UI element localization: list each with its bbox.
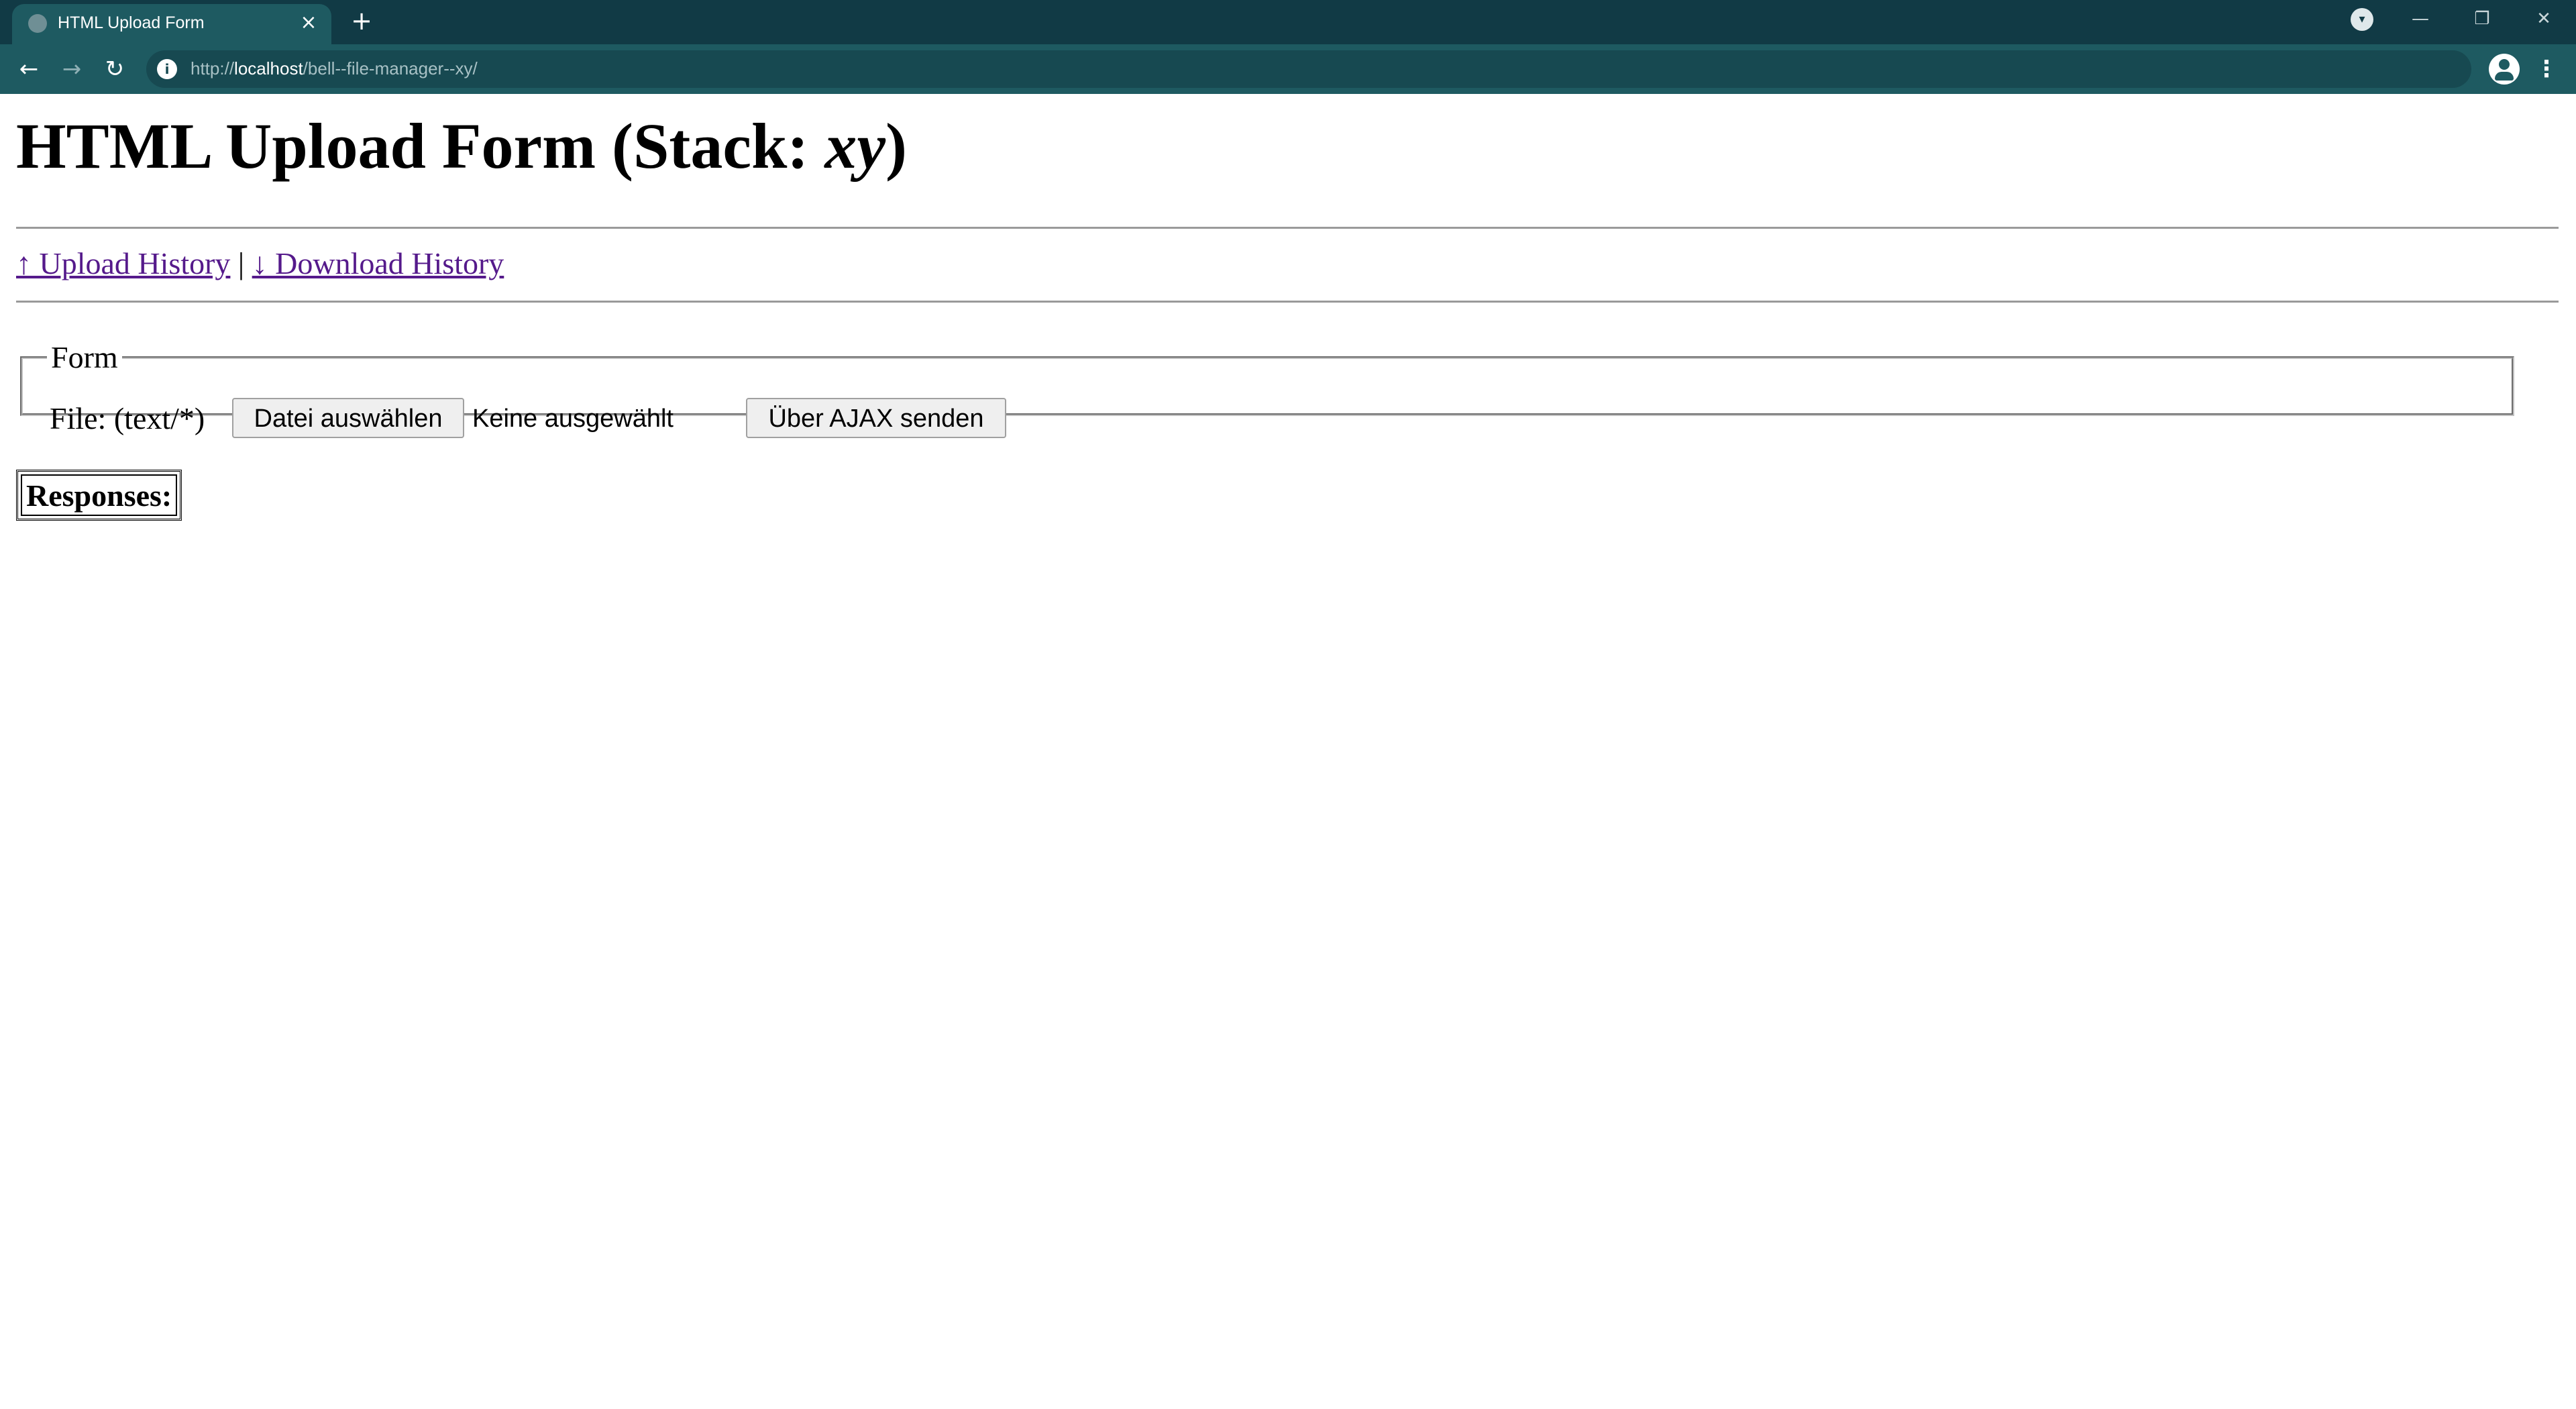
page-title: HTML Upload Form (Stack: xy) bbox=[16, 110, 907, 182]
form-legend: Form bbox=[51, 340, 118, 374]
profile-avatar-icon[interactable] bbox=[2489, 54, 2520, 85]
download-history-link[interactable]: ↓ Download History bbox=[252, 246, 504, 280]
no-file-selected-text: Keine ausgewählt bbox=[472, 405, 674, 433]
browser-tab-bar: HTML Upload Form × + ▾ — ❐ ✕ bbox=[0, 0, 2576, 44]
forward-button[interactable]: → bbox=[56, 54, 87, 85]
browser-menu-button[interactable]: ⋮ bbox=[2533, 54, 2560, 85]
globe-icon bbox=[28, 14, 47, 33]
window-close-button[interactable]: ✕ bbox=[2528, 5, 2560, 32]
minimize-button[interactable]: — bbox=[2404, 5, 2436, 32]
browser-tab-active[interactable]: HTML Upload Form × bbox=[12, 4, 331, 44]
restore-button[interactable]: ❐ bbox=[2466, 5, 2498, 32]
choose-file-button[interactable]: Datei auswählen bbox=[232, 398, 464, 438]
upload-history-link[interactable]: ↑ Upload History bbox=[16, 246, 230, 280]
link-separator: | bbox=[237, 246, 245, 280]
tab-search-icon[interactable]: ▾ bbox=[2351, 8, 2373, 31]
back-button[interactable]: ← bbox=[13, 54, 44, 85]
page-content: HTML Upload Form (Stack: xy) ↑ Upload Hi… bbox=[0, 94, 2576, 1409]
history-links: ↑ Upload History | ↓ Download History bbox=[16, 246, 504, 281]
send-ajax-button[interactable]: Über AJAX senden bbox=[746, 398, 1006, 438]
new-tab-button[interactable]: + bbox=[347, 7, 376, 35]
close-icon[interactable]: × bbox=[297, 11, 321, 35]
browser-toolbar: ← → ↻ i http://localhost/bell--file-mana… bbox=[0, 44, 2576, 94]
file-label: File: (text/*) bbox=[50, 401, 205, 435]
upload-form: Form File: (text/*) Datei auswählen Kein… bbox=[20, 340, 2514, 438]
divider-bottom bbox=[16, 301, 2559, 303]
address-bar[interactable]: i http://localhost/bell--file-manager--x… bbox=[146, 50, 2471, 88]
stack-name: xy bbox=[824, 110, 885, 182]
responses-box: Responses: bbox=[16, 470, 182, 521]
site-info-icon[interactable]: i bbox=[157, 59, 177, 79]
tab-title: HTML Upload Form bbox=[58, 13, 205, 32]
divider-top bbox=[16, 227, 2559, 229]
reload-button[interactable]: ↻ bbox=[99, 54, 130, 85]
url-text[interactable]: http://localhost/bell--file-manager--xy/ bbox=[191, 58, 478, 79]
